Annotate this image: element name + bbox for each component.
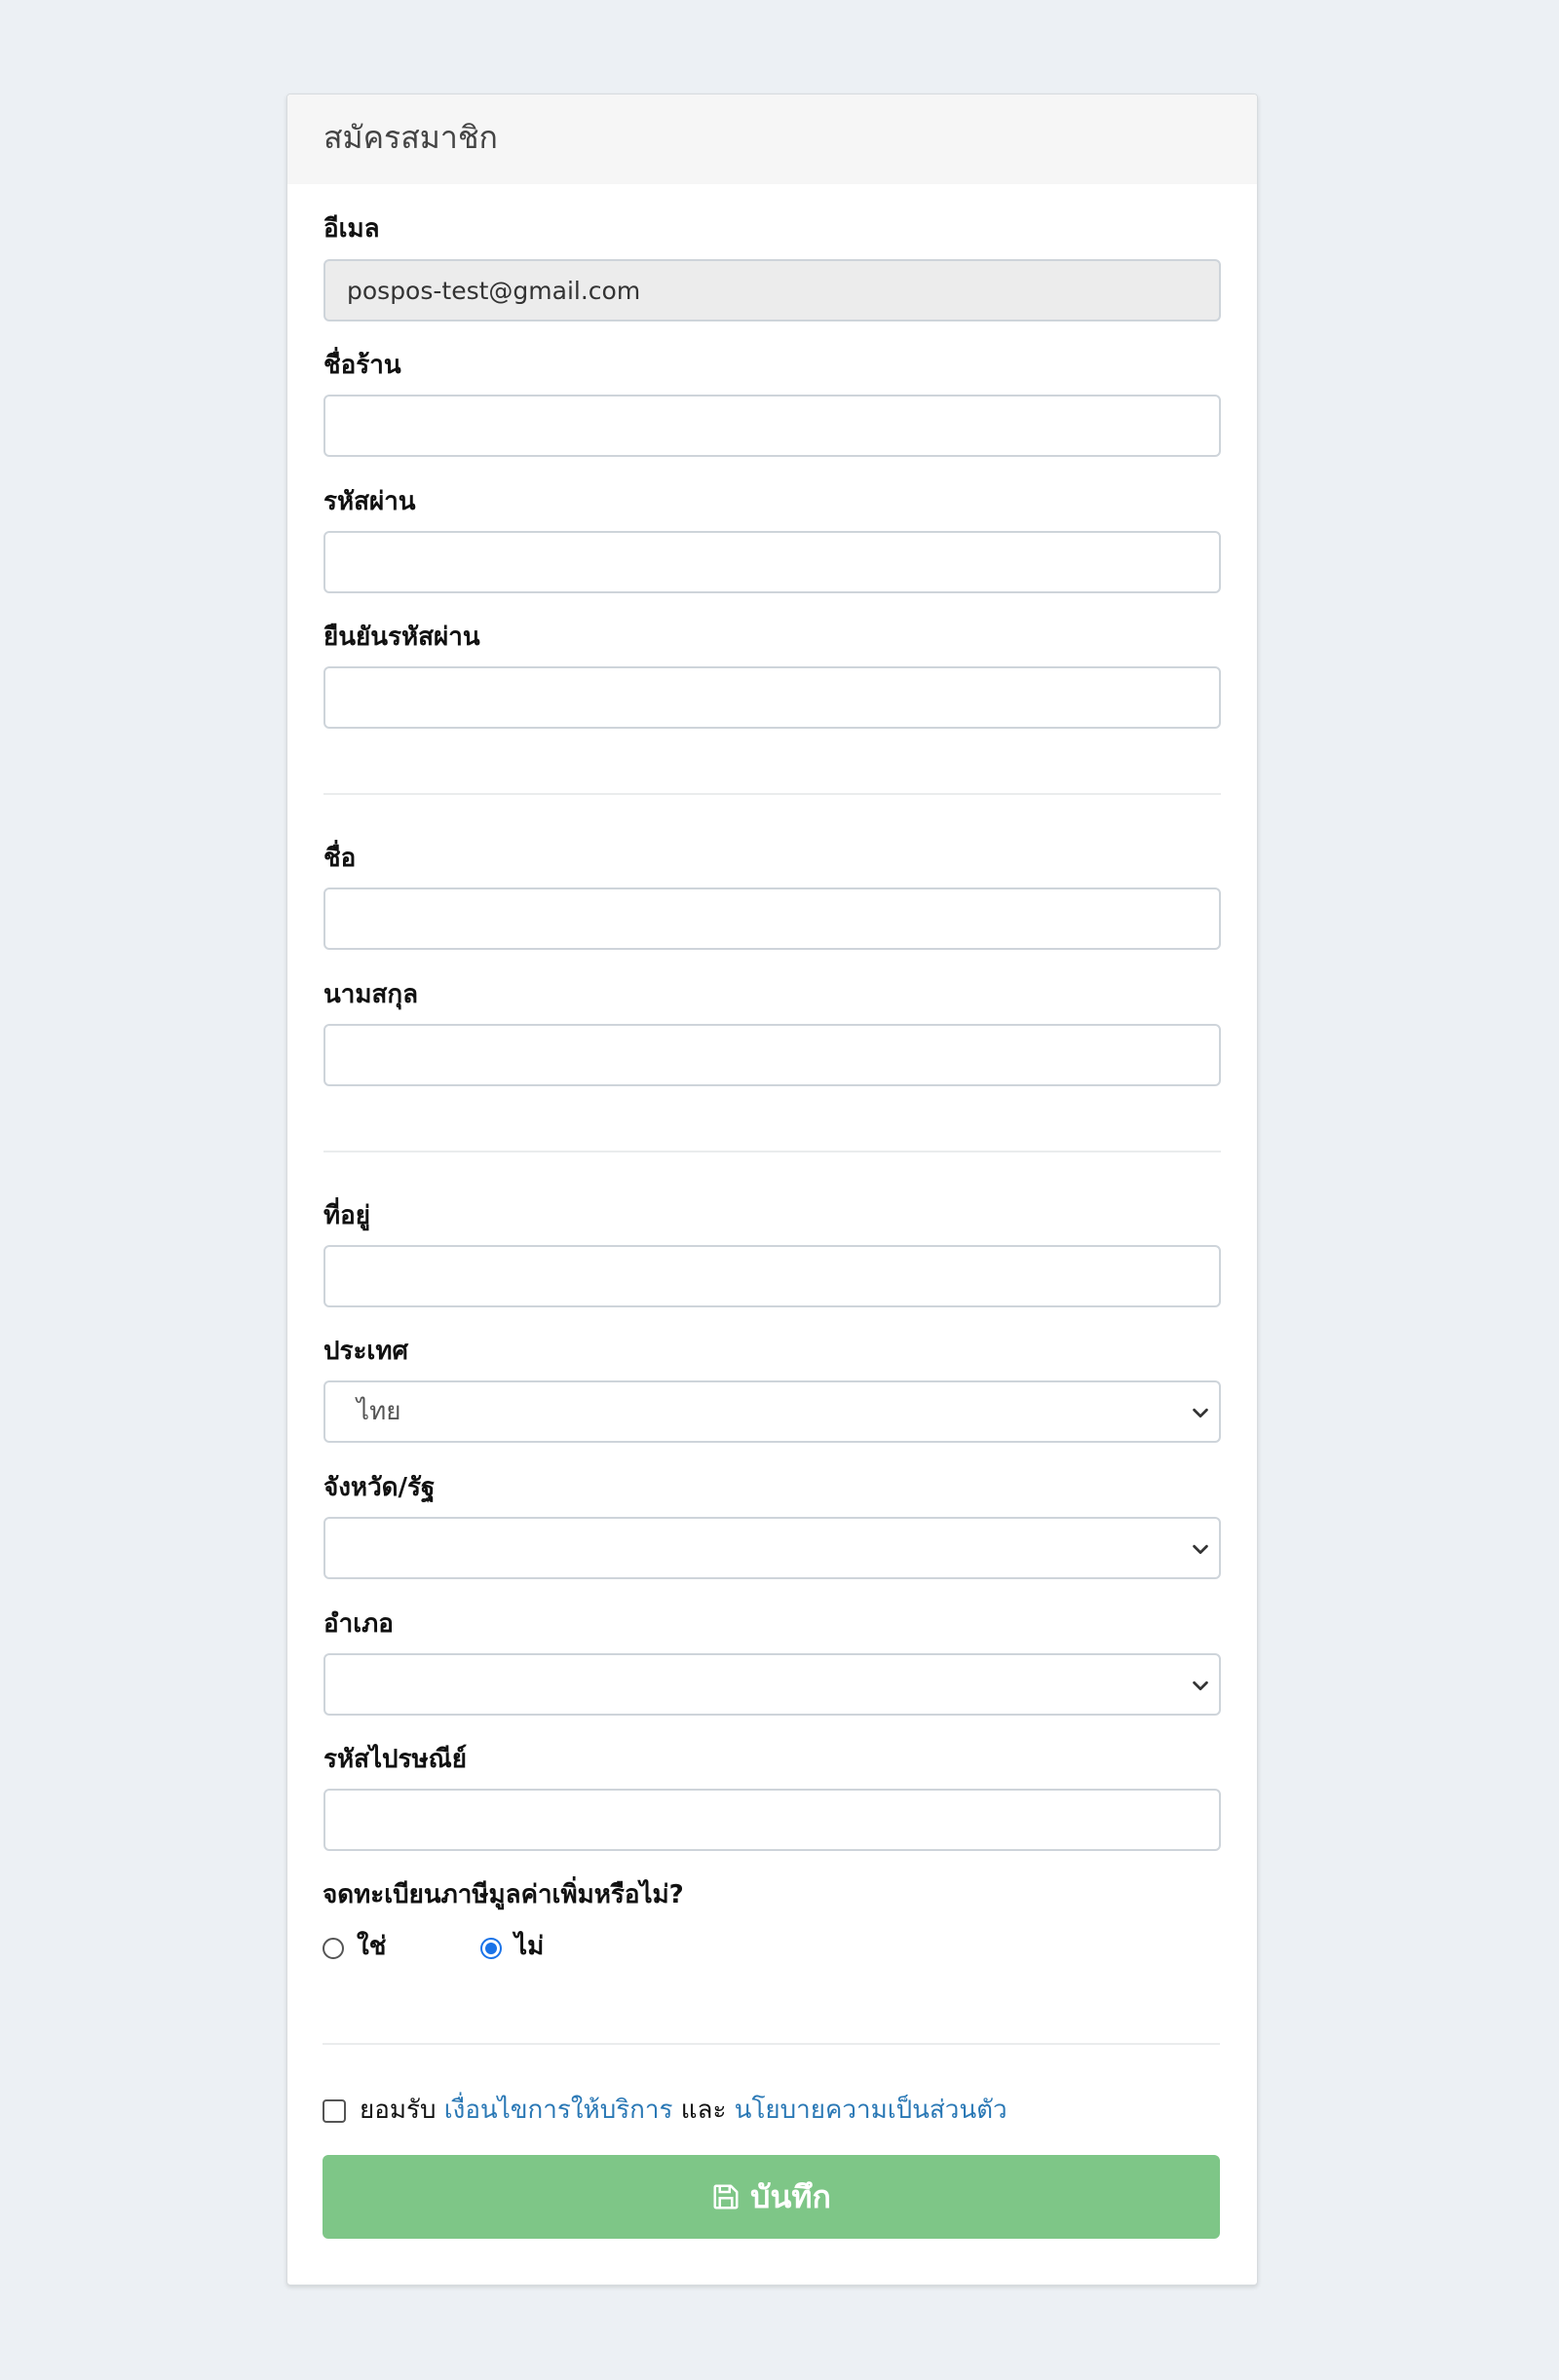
vat-yes-label: ใช่	[357, 1932, 387, 1961]
privacy-policy-link[interactable]: นโยบายความเป็นส่วนตัว	[735, 2096, 1008, 2125]
terms-and-text: และ	[680, 2096, 727, 2125]
vat-yes-radio[interactable]	[323, 1938, 344, 1959]
card-lower-content: จดทะเบียนภาษีมูลค่าเพิ่มหรือไม่? ใช่ ไม่…	[286, 94, 1258, 2286]
terms-of-service-link[interactable]: เงื่อนไขการให้บริการ	[444, 2096, 673, 2125]
vat-no-radio[interactable]	[480, 1938, 502, 1959]
save-button-label: บันทึก	[750, 2177, 831, 2215]
save-button[interactable]: บันทึก	[323, 2155, 1220, 2239]
divider	[323, 2043, 1220, 2045]
floppy-disk-icon	[713, 2184, 739, 2210]
vat-no-label: ไม่	[514, 1932, 545, 1961]
accept-terms-checkbox[interactable]	[323, 2099, 346, 2123]
terms-accept-text: ยอมรับ	[360, 2096, 437, 2125]
terms-text: ยอมรับ เงื่อนไขการให้บริการ และ นโยบายคว…	[360, 2095, 1008, 2126]
vat-question: จดทะเบียนภาษีมูลค่าเพิ่มหรือไม่?	[323, 1880, 684, 1909]
